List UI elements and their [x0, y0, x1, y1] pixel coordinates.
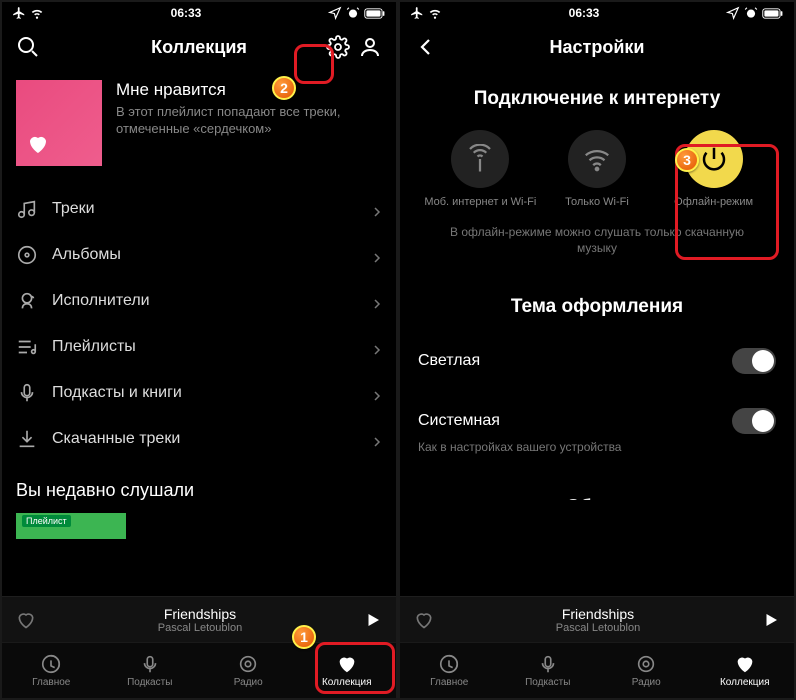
liked-desc: В этот плейлист попадают все треки, отме… — [116, 104, 382, 138]
net-hint: В офлайн-режиме можно слушать только ска… — [414, 219, 780, 256]
battery-icon — [762, 6, 784, 20]
menu-tracks[interactable]: Треки — [16, 186, 382, 232]
location-icon — [726, 6, 740, 20]
main-icon — [40, 653, 62, 675]
heart-outline-icon[interactable] — [414, 610, 434, 630]
header: Настройки — [400, 24, 794, 70]
menu-playlists[interactable]: Плейлисты — [16, 324, 382, 370]
partial-section: Общие — [414, 484, 780, 500]
page-title: Коллекция — [151, 37, 247, 58]
artists-icon — [16, 290, 38, 312]
podcast-icon — [139, 653, 161, 675]
podcast-icon — [537, 653, 559, 675]
mic-icon — [16, 382, 38, 404]
chevron-right-icon — [372, 250, 382, 260]
recent-title: Вы недавно слушали — [16, 462, 382, 513]
tab-collection[interactable]: Коллекция — [696, 643, 795, 698]
airplane-icon — [12, 6, 26, 20]
status-bar: 06:33 — [400, 2, 794, 24]
status-time: 06:33 — [569, 6, 600, 20]
phone-settings: 06:33 Настройки Подключение к интернету … — [400, 2, 794, 698]
collection-content: Мне нравится В этот плейлист попадают вс… — [2, 70, 396, 596]
theme-system-sub: Как в настройках вашего устройства — [414, 440, 780, 454]
alarm-icon — [744, 6, 758, 20]
tab-podcasts[interactable]: Подкасты — [499, 643, 598, 698]
tab-main[interactable]: Главное — [2, 643, 101, 698]
antenna-icon — [451, 130, 509, 188]
wifi-icon — [30, 6, 44, 20]
settings-content: Подключение к интернету Моб. интернет и … — [400, 70, 794, 596]
tracks-icon — [16, 198, 38, 220]
phone-collection: 06:33 Коллекция 2 Мне нравится В этот пл… — [2, 2, 396, 698]
tab-podcasts[interactable]: Подкасты — [101, 643, 200, 698]
net-mobile-wifi[interactable]: Моб. интернет и Wi-Fi — [423, 130, 539, 209]
theme-system-row[interactable]: Системная — [414, 398, 780, 440]
menu-artists[interactable]: Исполнители — [16, 278, 382, 324]
callout-3: 3 — [675, 148, 699, 172]
play-icon[interactable] — [364, 611, 382, 629]
theme-light-row[interactable]: Светлая — [414, 338, 780, 380]
theme-section-title: Тема оформления — [414, 256, 780, 338]
callout-2: 2 — [272, 76, 296, 100]
tabbar: Главное Подкасты Радио Коллекция — [400, 642, 794, 698]
header: Коллекция — [2, 24, 396, 70]
main-icon — [438, 653, 460, 675]
heart-icon — [26, 132, 50, 156]
page-title: Настройки — [550, 37, 645, 58]
callout-1: 1 — [292, 625, 316, 649]
playlists-icon — [16, 336, 38, 358]
wifi-icon — [428, 6, 442, 20]
tab-radio[interactable]: Радио — [597, 643, 696, 698]
tab-radio[interactable]: Радио — [199, 643, 298, 698]
heart-outline-icon[interactable] — [16, 610, 36, 630]
heart-icon — [336, 653, 358, 675]
now-playing[interactable]: Friendships Pascal Letoublon — [2, 596, 396, 642]
profile-icon[interactable] — [358, 35, 382, 59]
battery-icon — [364, 6, 386, 20]
net-modes: Моб. интернет и Wi-Fi Только Wi-Fi Офлай… — [414, 130, 780, 219]
menu-albums[interactable]: Альбомы — [16, 232, 382, 278]
status-time: 06:33 — [171, 6, 202, 20]
liked-playlist[interactable]: Мне нравится В этот плейлист попадают вс… — [16, 70, 382, 184]
chevron-right-icon — [372, 388, 382, 398]
tab-collection[interactable]: Коллекция — [298, 643, 397, 698]
net-offline[interactable]: Офлайн-режим — [656, 130, 772, 209]
toggle-system[interactable] — [732, 408, 776, 434]
liked-title: Мне нравится — [116, 80, 382, 100]
menu-podcasts[interactable]: Подкасты и книги — [16, 370, 382, 416]
chevron-right-icon — [372, 204, 382, 214]
settings-icon[interactable] — [326, 35, 350, 59]
net-section-title: Подключение к интернету — [414, 70, 780, 130]
menu-downloaded[interactable]: Скачанные треки — [16, 416, 382, 462]
toggle-light[interactable] — [732, 348, 776, 374]
status-bar: 06:33 — [2, 2, 396, 24]
chevron-right-icon — [372, 296, 382, 306]
now-playing[interactable]: Friendships Pascal Letoublon — [400, 596, 794, 642]
menu-list: Треки Альбомы Исполнители Плейлисты Подк — [16, 184, 382, 462]
heart-icon — [734, 653, 756, 675]
radio-icon — [237, 653, 259, 675]
chevron-right-icon — [372, 342, 382, 352]
net-wifi-only[interactable]: Только Wi-Fi — [539, 130, 655, 209]
tabbar: Главное Подкасты Радио Коллекция — [2, 642, 396, 698]
search-icon[interactable] — [16, 35, 40, 59]
albums-icon — [16, 244, 38, 266]
np-title: Friendships — [44, 606, 356, 622]
recent-tile[interactable]: Плейлист — [16, 513, 126, 539]
wifi-icon — [568, 130, 626, 188]
airplane-icon — [410, 6, 424, 20]
play-icon[interactable] — [762, 611, 780, 629]
download-icon — [16, 428, 38, 450]
back-icon[interactable] — [414, 35, 438, 59]
tab-main[interactable]: Главное — [400, 643, 499, 698]
alarm-icon — [346, 6, 360, 20]
chevron-right-icon — [372, 434, 382, 444]
recent-tag: Плейлист — [22, 515, 71, 527]
radio-icon — [635, 653, 657, 675]
location-icon — [328, 6, 342, 20]
liked-cover — [16, 80, 102, 166]
np-title: Friendships — [442, 606, 754, 622]
np-artist: Pascal Letoublon — [442, 622, 754, 634]
